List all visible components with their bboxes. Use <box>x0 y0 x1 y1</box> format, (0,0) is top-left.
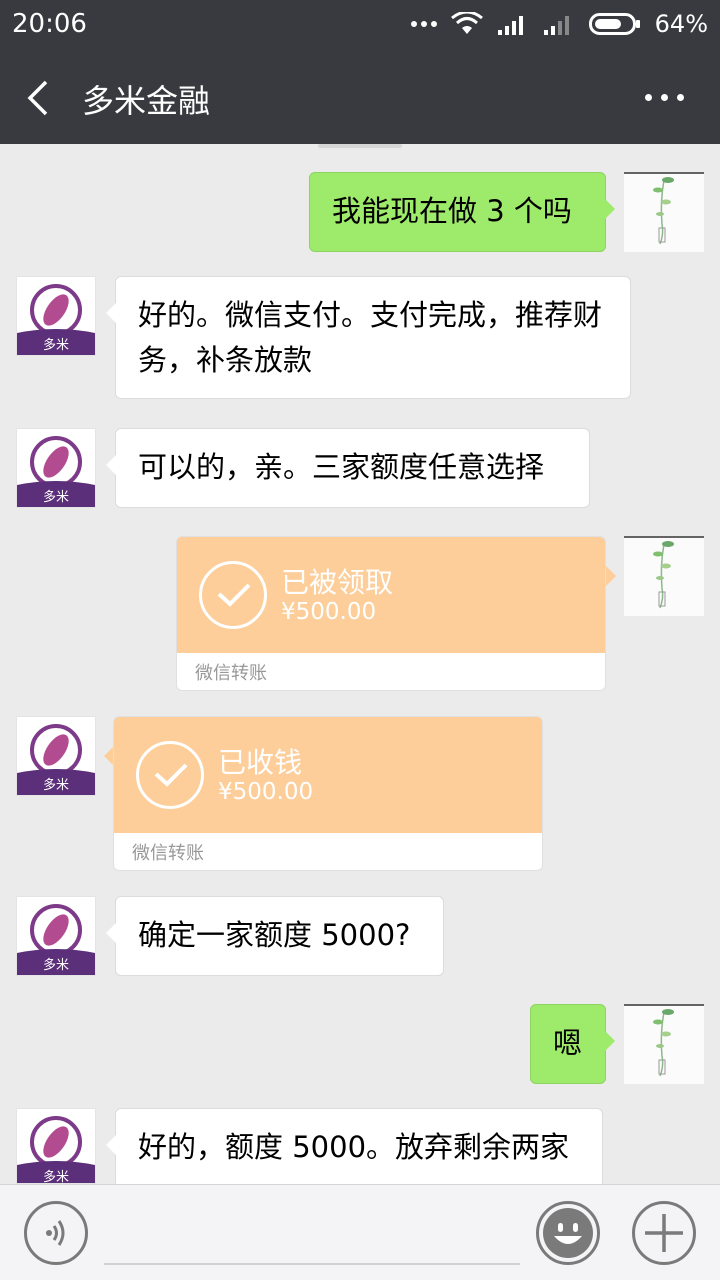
emoji-button[interactable] <box>536 1201 600 1265</box>
status-time: 20:06 <box>12 9 87 39</box>
avatar-brand-text: 多米 <box>43 337 69 353</box>
self-avatar[interactable] <box>624 172 704 252</box>
wifi-icon <box>450 12 483 34</box>
message-text: 我能现在做 3 个吗 <box>332 194 572 228</box>
transfer-label: 微信转账 <box>195 663 267 684</box>
battery-icon <box>588 13 640 35</box>
transfer-label: 微信转账 <box>132 843 204 864</box>
duomi-logo-icon: 多米 <box>17 429 95 507</box>
avatar-brand-text: 多米 <box>43 1169 69 1184</box>
plus-icon <box>645 1214 683 1252</box>
message-text: 好的，额度 5000。放弃剩余两家 <box>138 1130 570 1164</box>
transfer-card-outgoing[interactable]: 已被领取 ¥500.00 微信转账 <box>176 536 606 691</box>
duomi-avatar[interactable]: 多米 <box>16 896 96 976</box>
duomi-logo-icon: 多米 <box>17 277 95 355</box>
message-bubble-incoming[interactable]: 好的，额度 5000。放弃剩余两家 <box>106 1108 603 1188</box>
message-bubble-outgoing[interactable]: 嗯 <box>530 1004 615 1084</box>
duomi-logo-icon: 多米 <box>17 717 95 795</box>
transfer-amount: ¥500.00 <box>281 599 377 625</box>
duomi-avatar[interactable]: 多米 <box>16 428 96 508</box>
more-functions-button[interactable] <box>632 1201 696 1265</box>
message-bubble-outgoing[interactable]: 我能现在做 3 个吗 <box>309 172 615 252</box>
self-avatar[interactable] <box>624 1004 704 1084</box>
avatar-brand-text: 多米 <box>43 957 69 973</box>
battery-percent: 64% <box>654 10 708 38</box>
plant-image <box>624 536 704 609</box>
chat-input-bar <box>0 1184 720 1280</box>
check-circle-icon <box>136 741 204 809</box>
duomi-logo-icon: 多米 <box>17 1109 95 1184</box>
status-icons: 64% <box>410 10 708 38</box>
signal-icon <box>497 16 523 35</box>
message-bubble-incoming[interactable]: 确定一家额度 5000? <box>106 896 444 976</box>
message-bubble-incoming[interactable]: 可以的，亲。三家额度任意选择 <box>106 428 590 508</box>
message-text-line: 好的。微信支付。支付完成，推荐财 <box>138 298 603 332</box>
chat-title: 多米金融 <box>82 82 211 120</box>
duomi-avatar[interactable]: 多米 <box>16 1108 96 1184</box>
message-bubble-incoming[interactable]: 好的。微信支付。支付完成，推荐财 务，补条放款 <box>106 276 631 399</box>
status-bar: 20:06 64% <box>0 0 720 50</box>
bubble-tail <box>606 566 616 586</box>
check-circle-icon <box>199 561 267 629</box>
self-avatar[interactable] <box>624 536 704 616</box>
back-arrow-icon[interactable] <box>22 78 62 118</box>
message-text-line: 务，补条放款 <box>138 343 313 377</box>
duomi-logo-icon: 多米 <box>17 897 95 975</box>
duomi-avatar[interactable]: 多米 <box>16 276 96 356</box>
plant-image <box>624 172 704 245</box>
message-text: 确定一家额度 5000? <box>138 918 411 952</box>
voice-icon <box>46 1220 65 1246</box>
duomi-avatar[interactable]: 多米 <box>16 716 96 796</box>
signal-weak-icon <box>543 16 569 35</box>
avatar-brand-text: 多米 <box>43 489 69 505</box>
message-text: 可以的，亲。三家额度任意选择 <box>138 450 545 484</box>
transfer-card-incoming[interactable]: 已收钱 ¥500.00 微信转账 <box>113 716 543 871</box>
message-input-field[interactable] <box>104 1263 520 1265</box>
title-bar: 多米金融 <box>0 50 720 144</box>
voice-toggle-button[interactable] <box>24 1201 88 1265</box>
notification-dots-icon <box>410 14 437 34</box>
smiley-icon <box>543 1208 593 1258</box>
pull-indicator <box>318 144 402 148</box>
transfer-status: 已被领取 <box>281 566 394 599</box>
plant-image <box>624 1004 704 1077</box>
message-text: 嗯 <box>553 1026 583 1060</box>
avatar-brand-text: 多米 <box>43 777 69 793</box>
transfer-status: 已收钱 <box>218 746 303 779</box>
transfer-amount: ¥500.00 <box>218 779 314 805</box>
more-options-icon[interactable] <box>645 94 684 101</box>
